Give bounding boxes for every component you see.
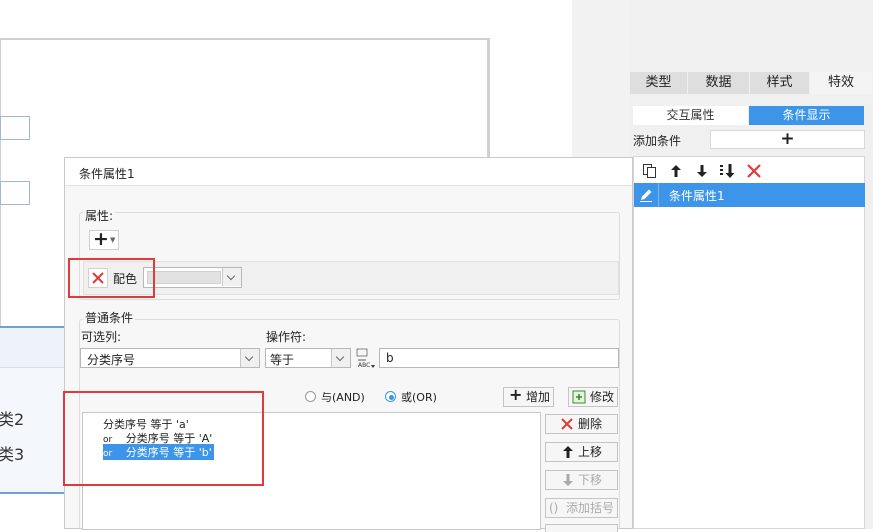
plus-icon: + (509, 385, 523, 404)
color-swatch (147, 271, 221, 284)
or-radio-dot (389, 395, 394, 400)
condition-list-panel: 条件属性1 (633, 156, 865, 529)
add-condition-dialog-button[interactable]: + 增加 (503, 385, 554, 407)
operator-label: 操作符: (266, 330, 307, 344)
highlight-box-color (68, 258, 155, 298)
chevron-down-icon: ▼ (110, 236, 116, 244)
condition-item-selected[interactable]: 条件属性1 (634, 183, 865, 207)
delete-icon[interactable] (746, 163, 762, 179)
subtab-condition-display[interactable]: 条件显示 (749, 106, 864, 125)
optional-column-label: 可选列: (81, 330, 122, 344)
modify-icon (572, 390, 586, 404)
add-parenthesis-button[interactable]: () 添加括号 (545, 498, 618, 518)
edit-pencil-icon (638, 187, 654, 203)
move-up-button[interactable]: 上移 (545, 442, 618, 462)
add-attribute-button[interactable]: + ▼ (89, 228, 119, 250)
modify-condition-label: 修改 (590, 390, 615, 404)
or-radio[interactable] (385, 391, 396, 402)
tab-type[interactable]: 类型 (630, 72, 688, 94)
highlight-box-conditions (63, 391, 264, 486)
copy-icon[interactable] (642, 163, 658, 179)
canvas-list-item-2: 类2 (0, 410, 25, 429)
tab-data[interactable]: 数据 (688, 72, 750, 94)
value-type-icon[interactable]: ABC (355, 347, 377, 369)
and-radio-label: 与(AND) (321, 391, 365, 404)
arrow-up-icon (562, 445, 574, 464)
and-radio[interactable] (305, 391, 316, 402)
canvas-list-item-3: 类3 (0, 445, 25, 464)
svg-text:ABC: ABC (358, 362, 370, 369)
canvas-list-header (0, 328, 64, 368)
operator-arrow[interactable] (331, 349, 350, 367)
add-condition-dialog-label: 增加 (526, 390, 551, 404)
arrow-down-icon (562, 473, 574, 492)
move-down-icon[interactable] (694, 163, 710, 179)
move-up-icon[interactable] (668, 163, 684, 179)
color-select-arrow[interactable] (222, 268, 241, 286)
optional-column-select[interactable]: 分类序号 (80, 348, 260, 368)
common-condition-label: 普通条件 (83, 309, 136, 326)
move-down-button[interactable]: 下移 (545, 470, 618, 490)
next-side-button[interactable] (545, 524, 618, 532)
dialog-title: 条件属性1 (79, 167, 135, 181)
subtab-interaction[interactable]: 交互属性 (633, 106, 748, 125)
operator-value: 等于 (270, 353, 295, 367)
move-down-label: 下移 (578, 473, 603, 487)
canvas-list-widget: 类2 类3 (0, 326, 64, 494)
plus-icon: + (93, 228, 109, 250)
value-input-text: b (386, 351, 394, 365)
condition-item-label: 条件属性1 (669, 189, 725, 203)
color-select[interactable] (143, 267, 242, 288)
delete-icon (560, 417, 574, 436)
delete-condition-button[interactable]: 删除 (545, 414, 618, 434)
move-bottom-icon[interactable] (719, 163, 737, 179)
move-up-label: 上移 (578, 445, 603, 459)
canvas-input-2[interactable] (0, 181, 30, 205)
dialog-title-bar: 条件属性1 (65, 158, 632, 186)
or-radio-label: 或(OR) (401, 391, 437, 404)
value-input[interactable]: b (379, 348, 619, 368)
condition-dialog: 条件属性1 属性: + ▼ 配色 普通条件 可选列: 分类序号 操作符: 等于 … (63, 157, 633, 532)
optional-column-value: 分类序号 (87, 353, 136, 367)
optional-column-arrow[interactable] (240, 349, 259, 367)
add-condition-button[interactable]: + (710, 130, 865, 149)
add-condition-label: 添加条件 (633, 134, 682, 148)
add-parenthesis-label: 添加括号 (566, 501, 615, 515)
parenthesis-icon: () (549, 501, 559, 515)
operator-select[interactable]: 等于 (265, 348, 351, 368)
attribute-label: 属性: (83, 207, 116, 224)
tab-style[interactable]: 样式 (750, 72, 810, 94)
delete-condition-label: 删除 (578, 417, 603, 431)
tab-effects[interactable]: 特效 (810, 72, 873, 94)
modify-condition-button[interactable]: 修改 (568, 387, 618, 407)
canvas-input-1[interactable] (0, 116, 30, 140)
condition-item-separator (658, 183, 659, 207)
